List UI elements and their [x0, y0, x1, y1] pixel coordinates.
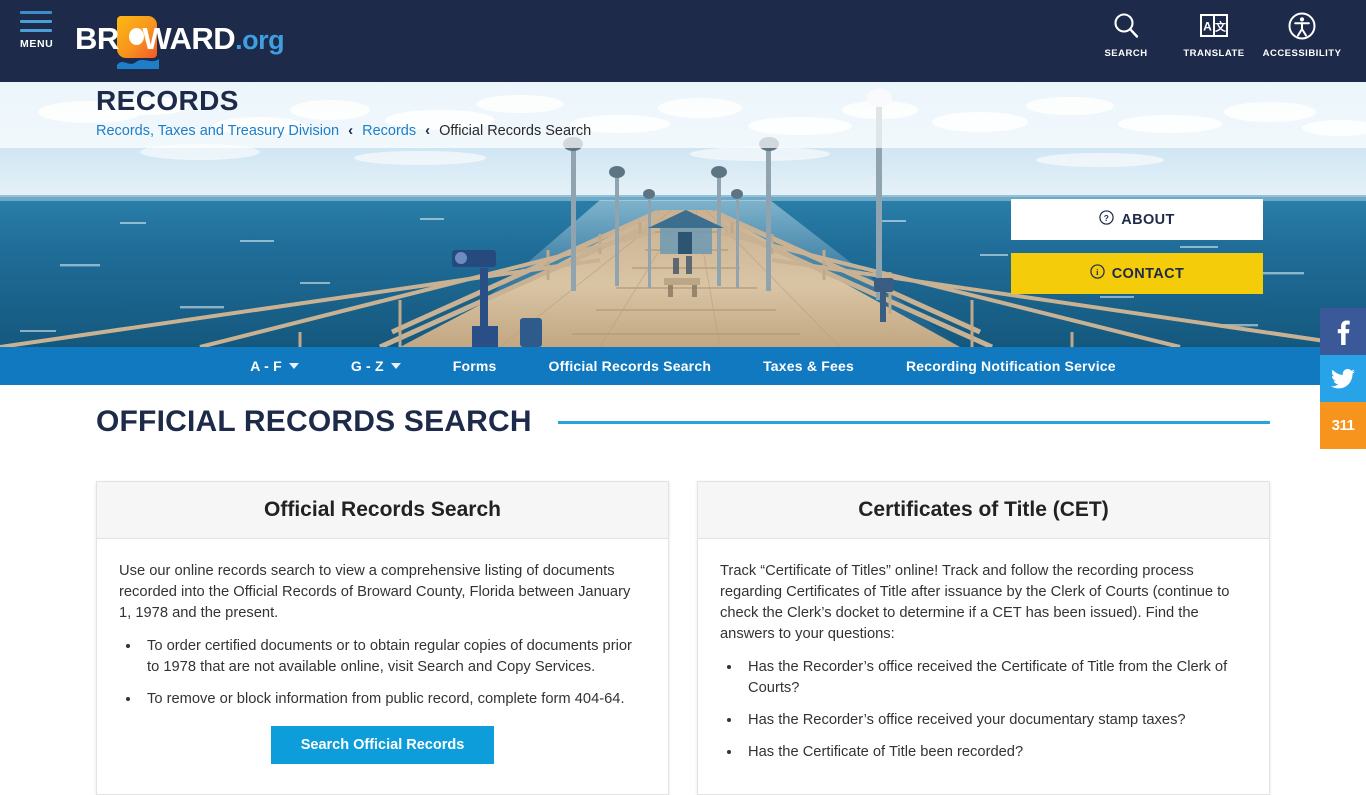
breadcrumb-item-records[interactable]: Records — [362, 123, 416, 139]
svg-text:i: i — [1096, 267, 1099, 277]
menu-label: MENU — [20, 38, 54, 50]
card-grid: Official Records Search Use our online r… — [96, 481, 1270, 795]
hero-banner: RECORDS Records, Taxes and Treasury Divi… — [0, 82, 1366, 347]
card-body: Use our online records search to view a … — [97, 539, 668, 784]
hamburger-bar — [20, 29, 52, 32]
list-item: To order certified documents or to obtai… — [141, 636, 646, 678]
logo-suffix: .org — [235, 25, 285, 55]
card-bullet-list: Has the Recorder’s office received the C… — [742, 657, 1247, 763]
card-body: Track “Certificate of Titles” online! Tr… — [698, 539, 1269, 794]
question-circle-icon: ? — [1099, 210, 1114, 229]
card-paragraph: Track “Certificate of Titles” online! Tr… — [720, 563, 1230, 642]
nav-label: A - F — [250, 358, 282, 374]
breadcrumb-separator-icon: ‹ — [348, 122, 354, 139]
breadcrumb: Records, Taxes and Treasury Division ‹ R… — [96, 122, 591, 139]
nav-item-forms[interactable]: Forms — [427, 358, 523, 374]
card-certificates-of-title: Certificates of Title (CET) Track “Certi… — [697, 481, 1270, 795]
search-official-records-button[interactable]: Search Official Records — [270, 726, 495, 764]
accessibility-label: ACCESSIBILITY — [1262, 48, 1342, 59]
title-divider — [557, 420, 1270, 424]
nav-label: Official Records Search — [548, 358, 712, 374]
chevron-down-icon — [288, 363, 299, 369]
nav-item-official-records-search[interactable]: Official Records Search — [523, 358, 738, 374]
svg-text:文: 文 — [1215, 20, 1227, 34]
site-header: MENU BROWARD.org SEARCH — [0, 0, 1366, 82]
nav-item-recording-notification-service[interactable]: Recording Notification Service — [880, 358, 1142, 374]
page-header: OFFICIAL RECORDS SEARCH — [96, 405, 1270, 439]
twitter-icon[interactable] — [1320, 355, 1366, 402]
list-item: Has the Certificate of Title been record… — [742, 742, 1247, 763]
section-title: RECORDS — [96, 85, 239, 116]
accessibility-icon — [1287, 8, 1317, 44]
logo-wordmark: BROWARD.org — [75, 20, 285, 59]
accessibility-button[interactable]: ACCESSIBILITY — [1258, 8, 1346, 59]
contact-label: CONTACT — [1111, 265, 1185, 282]
nav-item-a-f[interactable]: A - F — [224, 358, 325, 374]
breadcrumb-item-current: Official Records Search — [439, 122, 592, 139]
hero-action-buttons: ? ABOUT i CONTACT — [1011, 199, 1263, 294]
svg-text:A: A — [1203, 20, 1212, 34]
social-rail: 311 — [1320, 308, 1366, 449]
search-label: SEARCH — [1104, 48, 1148, 59]
page-title: OFFICIAL RECORDS SEARCH — [96, 405, 532, 438]
site-logo[interactable]: BROWARD.org — [75, 16, 285, 69]
translate-button[interactable]: A 文 TRANSLATE — [1170, 8, 1258, 59]
facebook-icon[interactable] — [1320, 308, 1366, 355]
logo-brand-2: WARD — [142, 21, 236, 56]
card-heading: Official Records Search — [97, 482, 668, 539]
list-item: Has the Recorder’s office received your … — [742, 710, 1247, 731]
info-circle-icon: i — [1090, 264, 1105, 283]
card-official-records-search: Official Records Search Use our online r… — [96, 481, 669, 795]
311-icon[interactable]: 311 — [1320, 402, 1366, 449]
card-paragraph: Use our online records search to view a … — [119, 563, 631, 621]
nav-label: G - Z — [350, 358, 384, 374]
hamburger-bar — [20, 20, 52, 23]
card-heading: Certificates of Title (CET) — [698, 482, 1269, 539]
section-navigation: A - F G - Z Forms Official Records Searc… — [0, 347, 1366, 385]
nav-item-taxes-fees[interactable]: Taxes & Fees — [737, 358, 880, 374]
menu-button[interactable]: MENU — [20, 11, 64, 63]
about-label: ABOUT — [1121, 211, 1175, 228]
contact-button[interactable]: i CONTACT — [1011, 253, 1263, 294]
card-cta-wrap: Search Official Records — [119, 726, 646, 764]
nav-item-g-z[interactable]: G - Z — [325, 358, 427, 374]
breadcrumb-separator-icon: ‹ — [425, 122, 431, 139]
card-bullet-list: To order certified documents or to obtai… — [141, 636, 646, 710]
header-actions: SEARCH A 文 TRANSLATE ACCESSIBILITY — [1082, 8, 1346, 59]
translate-icon: A 文 — [1198, 8, 1230, 44]
logo-brand-1: BR — [75, 21, 119, 56]
search-icon — [1111, 8, 1141, 44]
breadcrumb-item-division[interactable]: Records, Taxes and Treasury Division — [96, 123, 339, 139]
translate-label: TRANSLATE — [1183, 48, 1245, 59]
chevron-down-icon — [390, 363, 401, 369]
nav-label: Taxes & Fees — [763, 358, 854, 374]
list-item: Has the Recorder’s office received the C… — [742, 657, 1247, 699]
nav-label: Forms — [452, 358, 497, 374]
nav-label: Recording Notification Service — [905, 358, 1116, 374]
list-item: To remove or block information from publ… — [141, 689, 646, 710]
hamburger-bar — [20, 11, 52, 14]
svg-text:?: ? — [1104, 213, 1110, 223]
search-button[interactable]: SEARCH — [1082, 8, 1170, 59]
about-button[interactable]: ? ABOUT — [1011, 199, 1263, 240]
